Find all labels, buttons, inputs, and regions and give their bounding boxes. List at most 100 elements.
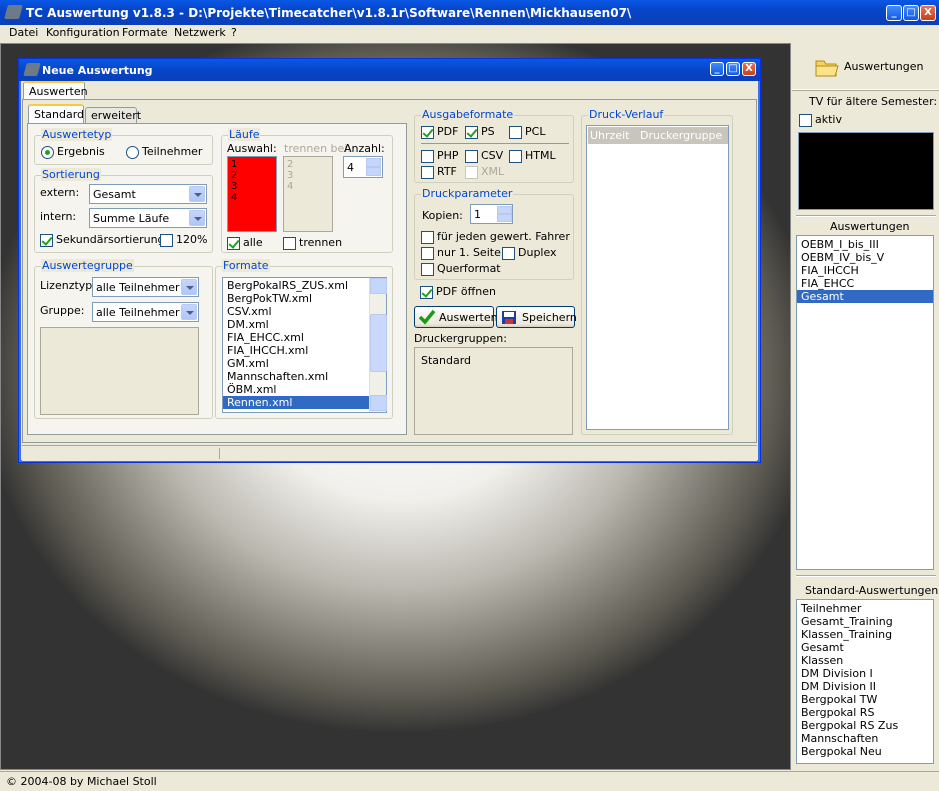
anzahl-spinner[interactable]: 4 xyxy=(343,156,383,178)
list-item[interactable]: Gesamt xyxy=(797,290,933,303)
checkbox-box[interactable] xyxy=(465,149,478,163)
list-item[interactable]: FIA_IHCCH.xml xyxy=(223,344,369,357)
scroll-thumb[interactable] xyxy=(370,314,387,372)
list-item[interactable]: FIA_EHCC.xml xyxy=(223,331,369,344)
html-checkbox[interactable]: HTML xyxy=(509,149,556,163)
extern-combo[interactable]: Gesamt xyxy=(89,184,207,204)
list-item[interactable]: OEBM_I_bis_III xyxy=(797,238,933,251)
kopien-spinner[interactable]: 1 xyxy=(470,204,513,224)
php-checkbox[interactable]: PHP xyxy=(421,149,459,163)
checkbox-box[interactable] xyxy=(421,246,434,260)
formate-list[interactable]: BergPokalRS_ZUS.xml BergPokTW.xml CSV.xml D… xyxy=(222,277,387,413)
list-item[interactable]: Mannschaften.xml xyxy=(223,370,369,383)
lizenztyp-combo[interactable]: alle Teilnehmer xyxy=(92,277,199,297)
spin-down-icon[interactable] xyxy=(366,167,381,176)
checkbox-box[interactable] xyxy=(465,125,478,139)
menu-formate[interactable]: Formate xyxy=(122,26,168,39)
minimize-button[interactable]: _ xyxy=(886,5,902,21)
checkbox-box[interactable] xyxy=(502,246,515,260)
tab-erweitert[interactable]: erweitert xyxy=(85,107,141,123)
duplex-checkbox[interactable]: Duplex xyxy=(502,246,557,260)
list-item[interactable]: FIA_EHCC xyxy=(797,277,933,290)
list-item[interactable]: Bergpokal TW xyxy=(797,693,933,706)
list-item[interactable]: Gesamt xyxy=(797,641,933,654)
spin-up-icon[interactable] xyxy=(366,158,381,167)
sekundaer-checkbox[interactable]: Sekundärsortierung xyxy=(40,233,165,247)
formate-scrollbar[interactable] xyxy=(369,278,387,412)
checkbox-box[interactable] xyxy=(421,165,434,179)
dialog-maximize-button[interactable]: □ xyxy=(726,62,740,76)
close-button[interactable]: X xyxy=(920,5,936,21)
dialog-close-button[interactable]: X xyxy=(742,62,756,76)
nur-seite-checkbox[interactable]: nur 1. Seite xyxy=(421,246,501,260)
pdf-oeffnen-checkbox[interactable]: PDF öffnen xyxy=(420,285,496,299)
list-item[interactable]: Rennen.xml xyxy=(223,396,369,409)
list-item[interactable]: Mannschaften xyxy=(797,732,933,745)
rtf-checkbox[interactable]: RTF xyxy=(421,165,457,179)
list-item[interactable]: FIA_IHCCH xyxy=(797,264,933,277)
checkbox-box[interactable] xyxy=(421,149,434,163)
auswertungen-button[interactable]: Auswertungen xyxy=(814,55,924,81)
menu-netzwerk[interactable]: Netzwerk xyxy=(174,26,226,39)
list-item[interactable]: Gesamt_Training xyxy=(797,615,933,628)
main-titlebar[interactable]: TC Auswertung v1.8.3 - D:\Projekte\Timec… xyxy=(0,0,939,25)
list-item[interactable]: 3 xyxy=(231,181,276,192)
list-item[interactable]: Klassen xyxy=(797,654,933,667)
auswerten-button[interactable]: Auswerten xyxy=(414,306,498,328)
druck-verlauf-list[interactable]: Uhrzeit Druckergruppe xyxy=(586,125,729,430)
list-item[interactable]: Teilnehmer xyxy=(797,602,933,615)
chevron-down-icon[interactable] xyxy=(181,279,197,295)
checkbox-box[interactable] xyxy=(421,262,434,276)
col-uhrzeit[interactable]: Uhrzeit xyxy=(590,129,629,142)
col-druckergruppe[interactable]: Druckergruppe xyxy=(640,129,722,142)
pcl-checkbox[interactable]: PCL xyxy=(509,125,545,139)
list-item[interactable]: Klassen_Training xyxy=(797,628,933,641)
checkbox-box[interactable] xyxy=(283,236,296,250)
list-item[interactable]: Bergpokal RS Zus xyxy=(797,719,933,732)
intern-combo[interactable]: Summe Läufe xyxy=(89,208,207,228)
radio-ergebnis[interactable]: Ergebnis xyxy=(41,145,105,159)
radio-ergebnis-circle[interactable] xyxy=(41,145,54,159)
list-item[interactable]: GM.xml xyxy=(223,357,369,370)
list-item[interactable]: DM Division I xyxy=(797,667,933,680)
list-item[interactable]: Bergpokal RS xyxy=(797,706,933,719)
checkbox-box[interactable] xyxy=(509,125,522,139)
list-item[interactable]: BergPokalRS_ZUS.xml xyxy=(223,279,369,292)
list-item[interactable]: 1 xyxy=(231,159,276,170)
checkbox-box[interactable] xyxy=(421,125,434,139)
jeden-fahrer-checkbox[interactable]: für jeden gewert. Fahrer xyxy=(421,230,570,244)
prozent-checkbox[interactable]: 120% xyxy=(160,233,207,247)
checkbox-box[interactable] xyxy=(160,233,173,247)
ps-checkbox[interactable]: PS xyxy=(465,125,495,139)
list-item[interactable]: Bergpokal Neu xyxy=(797,745,933,758)
spin-up-icon[interactable] xyxy=(497,206,512,214)
alle-checkbox[interactable]: alle xyxy=(227,236,263,250)
checkbox-box[interactable] xyxy=(509,149,522,163)
auswahl-list[interactable]: 1234 xyxy=(227,156,277,232)
standard-auswertungen-list[interactable]: Teilnehmer Gesamt_Training Klassen_Trainin… xyxy=(796,599,934,764)
chevron-down-icon[interactable] xyxy=(181,304,197,320)
scroll-up-icon[interactable] xyxy=(370,278,387,294)
scroll-down-icon[interactable] xyxy=(370,395,387,411)
trennen-checkbox[interactable]: trennen xyxy=(283,236,342,250)
dialog-minimize-button[interactable]: _ xyxy=(710,62,724,76)
tab-auswerten[interactable]: Auswerten xyxy=(23,81,88,99)
list-item[interactable]: DM Division II xyxy=(797,680,933,693)
tab-standard[interactable]: Standard xyxy=(28,104,84,123)
list-item[interactable]: CSV.xml xyxy=(223,305,369,318)
checkbox-box[interactable] xyxy=(799,113,812,127)
checkbox-box[interactable] xyxy=(40,233,53,247)
tv-aktiv-checkbox[interactable]: aktiv xyxy=(799,113,842,127)
spin-down-icon[interactable] xyxy=(497,214,512,222)
chevron-down-icon[interactable] xyxy=(189,186,205,202)
list-item[interactable]: Standard xyxy=(421,354,572,367)
list-item[interactable]: DM.xml xyxy=(223,318,369,331)
checkbox-box[interactable] xyxy=(421,230,434,244)
list-item[interactable]: OEBM_IV_bis_V xyxy=(797,251,933,264)
list-item[interactable]: ÖBM.xml xyxy=(223,383,369,396)
list-item[interactable]: BergPokTW.xml xyxy=(223,292,369,305)
list-item[interactable]: 4 xyxy=(231,192,276,203)
chevron-down-icon[interactable] xyxy=(189,210,205,226)
druckergruppen-list[interactable]: Standard xyxy=(414,347,573,435)
menu-help[interactable]: ? xyxy=(231,26,237,39)
